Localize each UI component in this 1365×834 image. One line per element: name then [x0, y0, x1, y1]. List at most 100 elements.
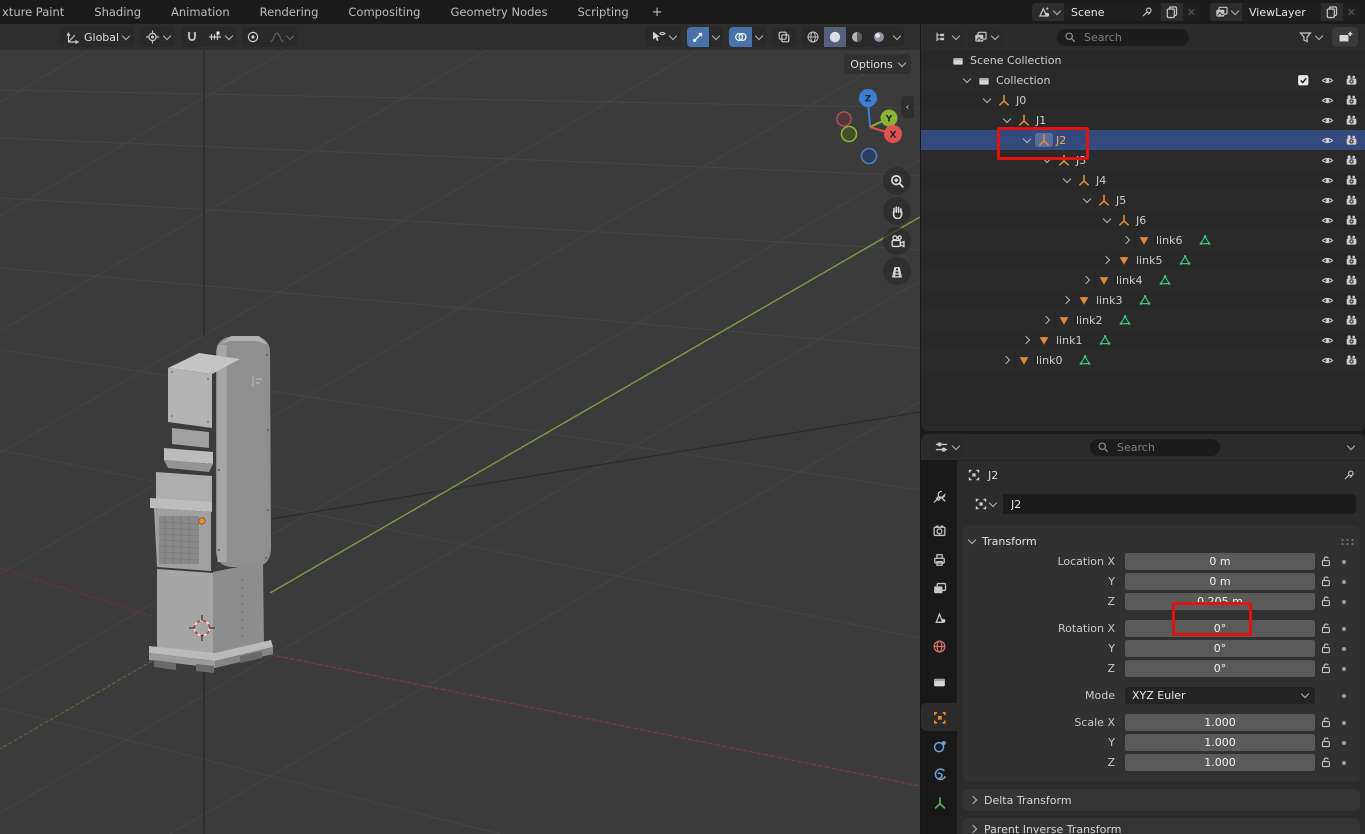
- expand-chevron-down-icon[interactable]: [999, 119, 1015, 122]
- render-visibility-toggle[interactable]: [1342, 74, 1360, 87]
- gizmo-neg-y[interactable]: [842, 127, 857, 142]
- lock-icon[interactable]: [1315, 622, 1337, 635]
- hide-eye-toggle[interactable]: [1318, 114, 1336, 127]
- render-visibility-toggle[interactable]: [1342, 134, 1360, 147]
- snap-target-dropdown[interactable]: [203, 27, 236, 47]
- hide-eye-toggle[interactable]: [1318, 274, 1336, 287]
- render-visibility-toggle[interactable]: [1342, 174, 1360, 187]
- value-field[interactable]: 0 m: [1125, 573, 1315, 590]
- hide-eye-toggle[interactable]: [1318, 254, 1336, 267]
- animate-dot[interactable]: [1337, 667, 1351, 671]
- collection-checkbox[interactable]: [1294, 74, 1312, 87]
- outliner-row-j6[interactable]: J6: [921, 210, 1365, 230]
- mesh-data-icon[interactable]: [1138, 293, 1152, 307]
- expand-chevron-right-icon[interactable]: [1119, 237, 1135, 243]
- mesh-data-icon[interactable]: [1198, 233, 1212, 247]
- render-visibility-toggle[interactable]: [1342, 294, 1360, 307]
- gizmo-dropdown[interactable]: [709, 27, 723, 47]
- animate-dot[interactable]: [1337, 721, 1351, 725]
- mesh-data-icon[interactable]: [1178, 253, 1192, 267]
- outliner-row-link2[interactable]: link2: [921, 310, 1365, 330]
- outliner-row-j5[interactable]: J5: [921, 190, 1365, 210]
- transform-orientation-dropdown[interactable]: Global: [60, 27, 134, 47]
- render-visibility-toggle[interactable]: [1342, 194, 1360, 207]
- animate-dot[interactable]: [1337, 647, 1351, 651]
- hide-eye-toggle[interactable]: [1318, 194, 1336, 207]
- outliner-row-j0[interactable]: J0: [921, 90, 1365, 110]
- zoom-button[interactable]: [883, 167, 911, 195]
- show-overlays-toggle[interactable]: [729, 27, 752, 47]
- expand-chevron-down-icon[interactable]: [1099, 219, 1115, 222]
- render-visibility-toggle[interactable]: [1342, 354, 1360, 367]
- shading-material-button[interactable]: [846, 27, 868, 47]
- outliner-item-label[interactable]: J6: [1136, 214, 1146, 227]
- animate-dot[interactable]: [1337, 694, 1351, 698]
- expand-chevron-right-icon[interactable]: [999, 357, 1015, 363]
- outliner-row-link3[interactable]: link3: [921, 290, 1365, 310]
- show-gizmo-toggle[interactable]: [687, 27, 709, 47]
- expand-chevron-right-icon[interactable]: [1039, 317, 1055, 323]
- mesh-data-icon[interactable]: [1078, 353, 1092, 367]
- properties-tab-collection[interactable]: [921, 667, 957, 695]
- properties-tab-world[interactable]: [921, 632, 957, 660]
- properties-tab-output[interactable]: [921, 545, 957, 573]
- workspace-tab-animation[interactable]: Animation: [156, 0, 245, 24]
- hide-eye-toggle[interactable]: [1318, 154, 1336, 167]
- sidebar-collapse-arrow[interactable]: ‹: [901, 96, 914, 118]
- expand-chevron-right-icon[interactable]: [1079, 277, 1095, 283]
- pivot-point-dropdown[interactable]: [140, 27, 175, 47]
- value-field[interactable]: 0.205 m: [1125, 593, 1315, 610]
- camera-view-button[interactable]: [883, 227, 911, 255]
- value-field[interactable]: 1.000: [1125, 734, 1315, 751]
- outliner-search[interactable]: [1057, 29, 1189, 46]
- outliner-row-j3[interactable]: J3: [921, 150, 1365, 170]
- outliner-row-link0[interactable]: link0: [921, 350, 1365, 370]
- rotation-mode-dropdown[interactable]: XYZ Euler: [1125, 687, 1315, 704]
- properties-tab-physics[interactable]: [921, 760, 957, 788]
- pin-icon[interactable]: [1343, 469, 1356, 482]
- render-visibility-toggle[interactable]: [1342, 314, 1360, 327]
- lock-icon[interactable]: [1315, 555, 1337, 568]
- gizmo-neg-x[interactable]: [837, 112, 851, 126]
- render-visibility-toggle[interactable]: [1342, 114, 1360, 127]
- render-visibility-toggle[interactable]: [1342, 154, 1360, 167]
- outliner-row-link5[interactable]: link5: [921, 250, 1365, 270]
- viewlayer-copy-button[interactable]: [1321, 3, 1343, 21]
- render-visibility-toggle[interactable]: [1342, 334, 1360, 347]
- animate-dot[interactable]: [1337, 741, 1351, 745]
- properties-tab-render[interactable]: [921, 516, 957, 544]
- workspace-tab-rendering[interactable]: Rendering: [245, 0, 334, 24]
- properties-tab-constraints[interactable]: [921, 732, 957, 760]
- pin-icon[interactable]: [1141, 6, 1154, 19]
- shading-solid-button[interactable]: [824, 27, 846, 47]
- outliner-row-link4[interactable]: link4: [921, 270, 1365, 290]
- scene-copy-button[interactable]: [1161, 3, 1183, 21]
- scene-name[interactable]: Scene: [1064, 3, 1161, 21]
- properties-search[interactable]: [1090, 439, 1220, 456]
- options-dropdown[interactable]: Options: [844, 54, 911, 74]
- outliner-item-label[interactable]: link5: [1136, 254, 1162, 267]
- value-field[interactable]: 0°: [1125, 640, 1315, 657]
- expand-chevron-down-icon[interactable]: [1059, 179, 1075, 182]
- shading-dropdown[interactable]: [890, 27, 904, 47]
- render-visibility-toggle[interactable]: [1342, 274, 1360, 287]
- outliner-search-input[interactable]: [1082, 30, 1176, 45]
- value-field[interactable]: 0°: [1125, 620, 1315, 637]
- object-name-input[interactable]: [1003, 494, 1356, 514]
- new-collection-button[interactable]: [1332, 27, 1358, 47]
- outliner-item-label[interactable]: J1: [1036, 114, 1046, 127]
- viewlayer-name[interactable]: ViewLayer: [1242, 3, 1321, 21]
- xray-toggle[interactable]: [772, 27, 796, 47]
- lock-icon[interactable]: [1315, 662, 1337, 675]
- outliner-row-j2[interactable]: J2: [921, 130, 1365, 150]
- expand-chevron-right-icon[interactable]: [1019, 337, 1035, 343]
- lock-icon[interactable]: [1315, 575, 1337, 588]
- lock-icon[interactable]: [1315, 716, 1337, 729]
- outliner-item-label[interactable]: J2: [1056, 134, 1066, 147]
- viewport-3d[interactable]: Global: [0, 24, 920, 834]
- value-field[interactable]: 1.000: [1125, 754, 1315, 771]
- hide-eye-toggle[interactable]: [1318, 314, 1336, 327]
- outliner-item-label[interactable]: J3: [1076, 154, 1086, 167]
- mesh-data-icon[interactable]: [1118, 313, 1132, 327]
- hide-eye-toggle[interactable]: [1318, 134, 1336, 147]
